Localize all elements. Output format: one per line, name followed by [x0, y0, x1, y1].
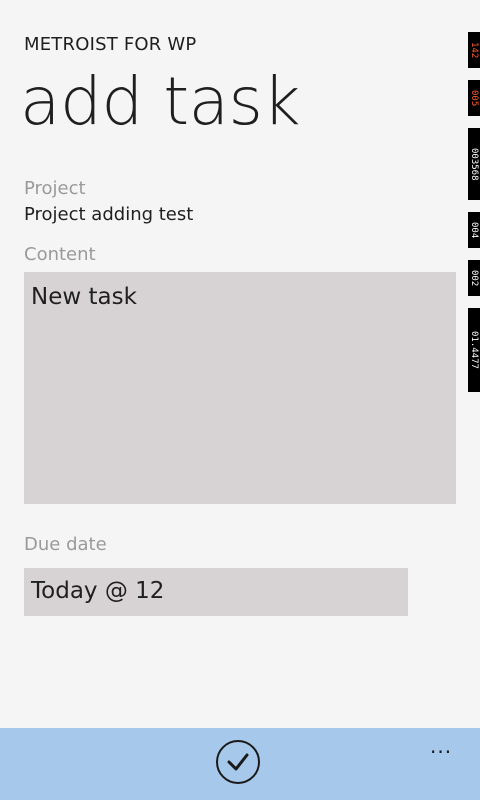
page-title: add task — [20, 63, 301, 140]
content-label: Content — [24, 244, 96, 265]
app-title: METROIST FOR WP — [24, 34, 197, 55]
frame-counter: 004 — [468, 212, 480, 248]
add-task-page: METROIST FOR WP add task Project Project… — [0, 0, 480, 800]
project-picker[interactable]: Project adding test — [24, 204, 193, 225]
due-date-input[interactable]: Today @ 12 — [24, 568, 408, 616]
more-options-icon[interactable]: ... — [430, 734, 452, 758]
frame-counter: 003568 — [468, 128, 480, 200]
project-label: Project — [24, 178, 86, 199]
frame-counter: 142 — [468, 32, 480, 68]
frame-counter: 002 — [468, 260, 480, 296]
check-icon — [227, 753, 249, 771]
save-button[interactable] — [216, 740, 260, 784]
due-date-label: Due date — [24, 534, 107, 555]
frame-counter: 01.4477 — [468, 308, 480, 392]
frame-counter: 005 — [468, 80, 480, 116]
content-textbox[interactable]: New task — [24, 272, 456, 504]
application-bar: ... — [0, 728, 480, 800]
